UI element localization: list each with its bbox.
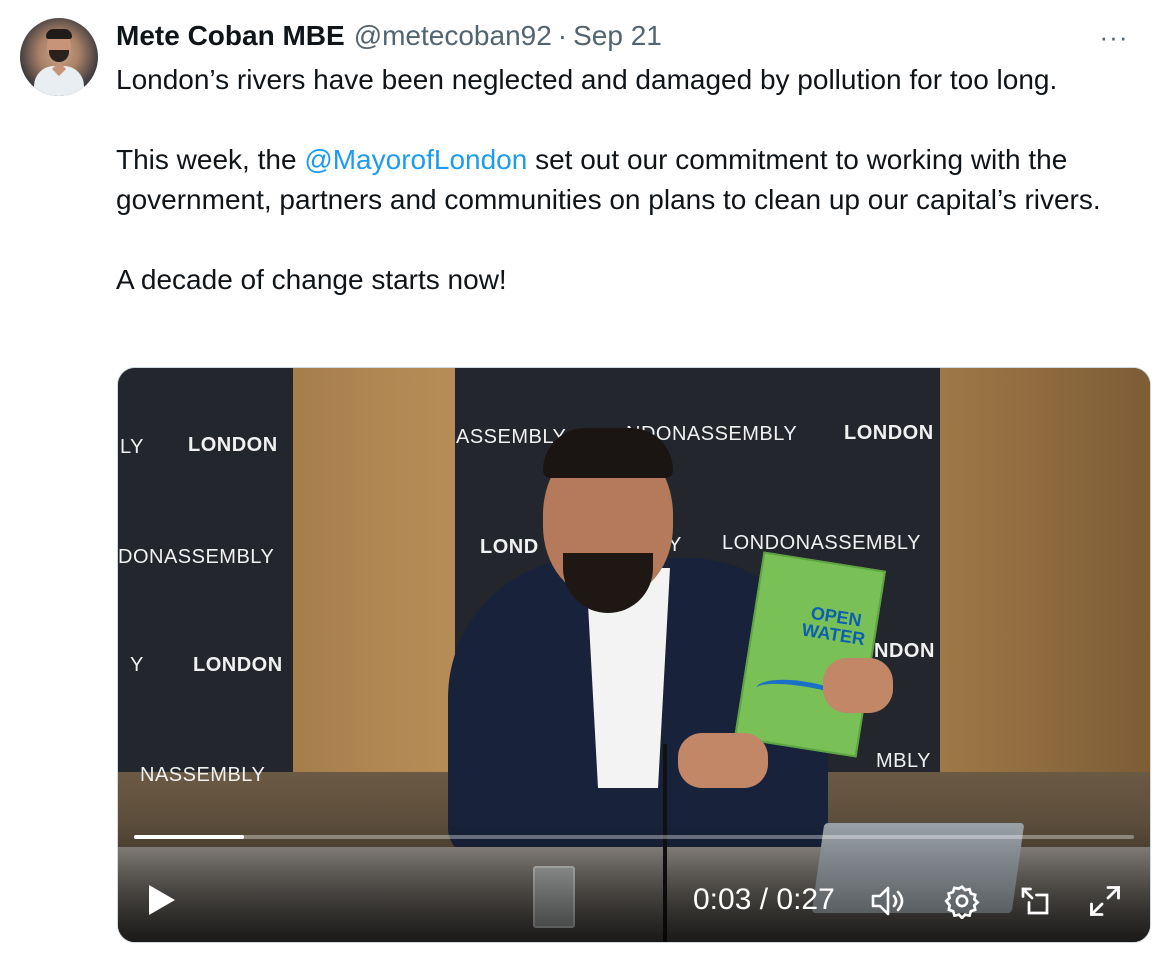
tweet-line-2-prefix: This week, the bbox=[116, 144, 305, 175]
booklet-title: OPEN WATER bbox=[800, 602, 867, 650]
progress-bar[interactable] bbox=[134, 835, 1134, 839]
avatar-hair bbox=[46, 29, 72, 39]
backdrop-text: LY bbox=[120, 436, 144, 458]
time-display: 0:03 / 0:27 bbox=[693, 883, 835, 916]
separator-dot: · bbox=[557, 20, 568, 51]
settings-icon[interactable] bbox=[942, 881, 982, 921]
tweet-line-2: This week, the @MayorofLondon set out ou… bbox=[116, 140, 1150, 220]
tweet-text: London’s rivers have been neglected and … bbox=[116, 60, 1150, 300]
video-player[interactable]: LY LONDON DONASSEMBLY Y LONDON NASSEMBLY… bbox=[117, 367, 1151, 943]
progress-bar-fill bbox=[134, 835, 244, 839]
backdrop-text: LONDON bbox=[188, 434, 278, 456]
backdrop-text: DONASSEMBLY bbox=[118, 546, 275, 568]
backdrop-text: MBLY bbox=[876, 750, 931, 772]
tweet-line-1: London’s rivers have been neglected and … bbox=[116, 64, 1058, 95]
video-controls: 0:03 / 0:27 bbox=[118, 852, 1150, 942]
volume-icon[interactable] bbox=[869, 881, 909, 921]
backdrop-text: LONDON bbox=[844, 422, 934, 444]
author-avatar[interactable] bbox=[20, 18, 98, 96]
backdrop-text: LONDONASSEMBLY bbox=[722, 532, 921, 554]
author-handle[interactable]: @metecoban92 bbox=[354, 20, 552, 52]
speaker-hand-right bbox=[823, 658, 893, 713]
tweet-date[interactable]: Sep 21 bbox=[573, 20, 662, 52]
picture-in-picture-icon[interactable] bbox=[1015, 881, 1055, 921]
tweet-line-3: A decade of change starts now! bbox=[116, 264, 507, 295]
backdrop-text: LONDON bbox=[193, 654, 283, 676]
backdrop-text: Y bbox=[130, 654, 144, 676]
backdrop-text: LOND bbox=[480, 536, 539, 558]
avatar-beard bbox=[49, 50, 69, 62]
backdrop-text: NDON bbox=[874, 640, 935, 662]
play-icon[interactable] bbox=[142, 880, 182, 920]
speaker-hand-left bbox=[678, 733, 768, 788]
mention-link[interactable]: @MayorofLondon bbox=[304, 144, 527, 175]
speaker-hair bbox=[543, 428, 673, 478]
fullscreen-icon[interactable] bbox=[1085, 881, 1125, 921]
author-name[interactable]: Mete Coban MBE bbox=[116, 20, 345, 52]
tweet-header: Mete Coban MBE @metecoban92 · Sep 21 bbox=[116, 18, 662, 54]
more-options-icon[interactable]: ··· bbox=[1094, 22, 1134, 52]
backdrop-text: NASSEMBLY bbox=[140, 764, 266, 786]
